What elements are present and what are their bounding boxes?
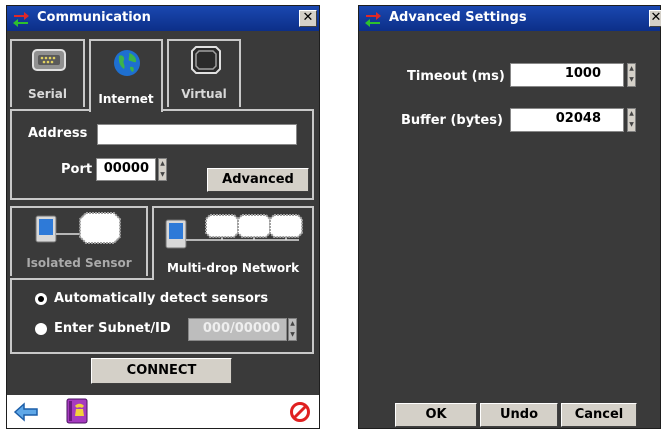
ok-button[interactable]: OK: [395, 403, 477, 427]
timeout-label: Timeout (ms): [407, 69, 505, 84]
stop-icon[interactable]: [289, 401, 311, 423]
swap-arrows-icon: [13, 12, 29, 27]
buffer-stepper[interactable]: ▲ ▼: [627, 108, 636, 132]
mode-multidrop-label: Multi-drop Network: [166, 261, 300, 275]
buffer-input[interactable]: 02048: [510, 108, 624, 132]
connect-button[interactable]: CONNECT: [91, 358, 232, 384]
timeout-input[interactable]: 1000: [510, 63, 624, 87]
undo-button[interactable]: Undo: [480, 403, 558, 427]
multidrop-network-icon: [165, 214, 303, 249]
address-input[interactable]: [97, 124, 297, 145]
advanced-settings-window: Advanced Settings ✕ Timeout (ms) 1000 ▲ ▼…: [358, 5, 661, 429]
close-button[interactable]: ✕: [299, 10, 317, 27]
spin-down-icon[interactable]: ▼: [628, 75, 635, 86]
phone-book-icon[interactable]: [65, 398, 89, 424]
tab-serial[interactable]: Serial: [10, 39, 85, 107]
close-icon: ✕: [302, 10, 314, 25]
serial-port-icon: [32, 49, 66, 71]
virtual-port-icon: [191, 46, 221, 74]
title-bar: Advanced Settings ✕: [359, 6, 661, 31]
port-input[interactable]: 00000: [96, 158, 156, 181]
enter-subnet-radio[interactable]: [35, 323, 47, 335]
window-title: Communication: [37, 10, 151, 25]
tab-internet[interactable]: Internet: [89, 39, 163, 112]
spin-up-icon[interactable]: ▲: [289, 319, 296, 330]
spin-down-icon[interactable]: ▼: [628, 120, 635, 131]
spin-down-icon[interactable]: ▼: [159, 170, 166, 181]
auto-detect-radio[interactable]: [35, 293, 47, 305]
mode-isolated-sensor[interactable]: Isolated Sensor: [10, 206, 148, 276]
detection-panel: Automatically detect sensors Enter Subne…: [10, 278, 314, 354]
globe-icon: [114, 50, 140, 76]
tab-virtual-label: Virtual: [181, 87, 227, 101]
spin-up-icon[interactable]: ▲: [159, 159, 166, 170]
spin-down-icon[interactable]: ▼: [289, 330, 296, 341]
connection-panel: Address Port 00000 ▲ ▼ Advanced: [10, 109, 314, 200]
buffer-label: Buffer (bytes): [401, 113, 503, 128]
close-button[interactable]: ✕: [649, 10, 661, 27]
mode-isolated-label: Isolated Sensor: [26, 256, 132, 270]
swap-arrows-icon: [365, 12, 381, 27]
auto-detect-label: Automatically detect sensors: [54, 291, 269, 306]
cancel-button[interactable]: Cancel: [561, 403, 637, 427]
spin-up-icon[interactable]: ▲: [628, 109, 635, 120]
title-bar: Communication ✕: [7, 6, 319, 31]
bottom-toolbar: [7, 395, 319, 428]
communication-window: Communication ✕ Serial Internet Virtual …: [6, 5, 320, 429]
advanced-button[interactable]: Advanced: [207, 168, 309, 192]
spin-up-icon[interactable]: ▲: [628, 64, 635, 75]
address-label: Address: [28, 126, 88, 141]
enter-subnet-label: Enter Subnet/ID: [54, 321, 171, 336]
timeout-stepper[interactable]: ▲ ▼: [627, 63, 636, 87]
subnet-input[interactable]: 000/00000: [188, 318, 287, 341]
port-label: Port: [61, 162, 93, 177]
close-icon: ✕: [650, 10, 661, 25]
window-title: Advanced Settings: [389, 10, 527, 25]
mode-multidrop-network[interactable]: Multi-drop Network: [152, 206, 314, 280]
tab-virtual[interactable]: Virtual: [167, 39, 241, 107]
tab-serial-label: Serial: [27, 87, 68, 101]
back-arrow-icon[interactable]: [13, 402, 39, 422]
subnet-stepper[interactable]: ▲ ▼: [288, 318, 297, 341]
port-stepper[interactable]: ▲ ▼: [158, 158, 167, 181]
isolated-sensor-icon: [35, 212, 121, 244]
tab-internet-label: Internet: [98, 92, 154, 106]
